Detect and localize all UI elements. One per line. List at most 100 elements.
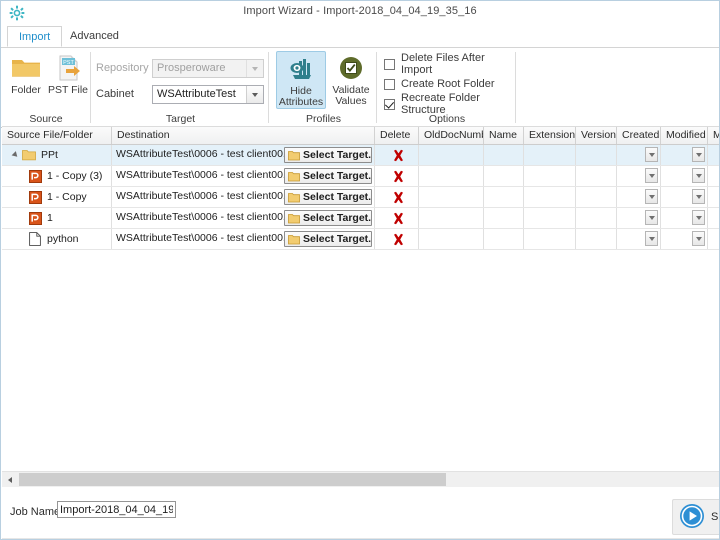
option-recreate-folder-structure[interactable]: Recreate Folder Structure xyxy=(384,96,516,112)
source-folder-button[interactable]: Folder xyxy=(3,51,49,96)
horizontal-scrollbar[interactable] xyxy=(2,471,720,487)
cell-olddocnumber[interactable] xyxy=(419,187,484,207)
destination-text: WSAttributeTest\0006 - test client00... xyxy=(116,190,292,202)
job-name-input[interactable] xyxy=(57,501,176,518)
cell-extension[interactable] xyxy=(524,187,576,207)
cell-name[interactable] xyxy=(484,145,524,165)
cell-modified[interactable] xyxy=(661,145,708,165)
start-import-button[interactable]: S xyxy=(672,499,720,535)
table-row[interactable]: python WSAttributeTest\0006 - test clien… xyxy=(2,229,720,250)
option-create-root-folder[interactable]: Create Root Folder xyxy=(384,76,495,92)
select-target-button[interactable]: Select Target... xyxy=(284,189,372,205)
cell-extension[interactable] xyxy=(524,145,576,165)
cell-delete[interactable] xyxy=(375,145,419,165)
cell-modified[interactable] xyxy=(661,229,708,249)
cell-delete[interactable] xyxy=(375,187,419,207)
column-header-created[interactable]: Created xyxy=(617,127,661,144)
created-dropdown-button[interactable] xyxy=(645,231,658,246)
delete-row-button[interactable] xyxy=(392,211,406,225)
created-dropdown-button[interactable] xyxy=(645,168,658,183)
scroll-left-button[interactable] xyxy=(2,472,18,487)
source-name: python xyxy=(47,230,79,249)
chevron-down-icon[interactable] xyxy=(246,86,263,103)
cell-delete[interactable] xyxy=(375,166,419,186)
cell-version[interactable] xyxy=(576,229,617,249)
cell-delete[interactable] xyxy=(375,208,419,228)
column-header-modified[interactable]: Modified xyxy=(661,127,708,144)
cell-version[interactable] xyxy=(576,208,617,228)
cabinet-select[interactable]: WSAttributeTest xyxy=(152,85,264,104)
cell-name[interactable] xyxy=(484,166,524,186)
select-target-button[interactable]: Select Target... xyxy=(284,168,372,184)
select-target-button[interactable]: Select Target... xyxy=(284,231,372,247)
cell-version[interactable] xyxy=(576,145,617,165)
column-header-source[interactable]: Source File/Folder xyxy=(2,127,112,144)
expander-icon[interactable] xyxy=(10,150,21,161)
cell-message[interactable] xyxy=(708,208,720,228)
cell-olddocnumber[interactable] xyxy=(419,208,484,228)
select-target-button[interactable]: Select Target... xyxy=(284,210,372,226)
cell-message[interactable] xyxy=(708,187,720,207)
cell-created[interactable] xyxy=(617,145,661,165)
checkbox-recreate-folder-structure[interactable] xyxy=(384,99,395,110)
scrollbar-thumb[interactable] xyxy=(19,473,446,486)
column-header-delete[interactable]: Delete xyxy=(375,127,419,144)
modified-dropdown-button[interactable] xyxy=(692,147,705,162)
column-header-olddocnumber[interactable]: OldDocNumber xyxy=(419,127,484,144)
folder-icon xyxy=(288,234,300,245)
source-pst-file-button[interactable]: PST PST File xyxy=(45,51,91,96)
cell-name[interactable] xyxy=(484,187,524,207)
modified-dropdown-button[interactable] xyxy=(692,231,705,246)
modified-dropdown-button[interactable] xyxy=(692,210,705,225)
option-delete-files-after-import[interactable]: Delete Files After Import xyxy=(384,56,516,72)
cell-extension[interactable] xyxy=(524,166,576,186)
delete-row-button[interactable] xyxy=(392,169,406,183)
cell-created[interactable] xyxy=(617,229,661,249)
checkbox-create-root-folder[interactable] xyxy=(384,79,395,90)
created-dropdown-button[interactable] xyxy=(645,147,658,162)
cabinet-field-row: Cabinet WSAttributeTest xyxy=(96,85,264,104)
table-row[interactable]: 1 - Copy (3) WSAttributeTest\0006 - test… xyxy=(2,166,720,187)
modified-dropdown-button[interactable] xyxy=(692,168,705,183)
tab-advanced[interactable]: Advanced xyxy=(59,26,130,47)
column-header-name[interactable]: Name xyxy=(484,127,524,144)
created-dropdown-button[interactable] xyxy=(645,189,658,204)
repository-value: Prosperoware xyxy=(157,62,225,74)
cell-name[interactable] xyxy=(484,208,524,228)
delete-row-button[interactable] xyxy=(392,148,406,162)
tab-import[interactable]: Import xyxy=(7,26,62,47)
validate-values-button[interactable]: Validate Values xyxy=(328,51,374,107)
cell-modified[interactable] xyxy=(661,166,708,186)
cell-message[interactable] xyxy=(708,145,720,165)
table-row[interactable]: 1 WSAttributeTest\0006 - test client00..… xyxy=(2,208,720,229)
cell-modified[interactable] xyxy=(661,208,708,228)
column-header-extension[interactable]: Extension xyxy=(524,127,576,144)
delete-row-button[interactable] xyxy=(392,232,406,246)
cell-olddocnumber[interactable] xyxy=(419,166,484,186)
cell-message[interactable] xyxy=(708,166,720,186)
cell-created[interactable] xyxy=(617,187,661,207)
column-header-message[interactable]: Mess xyxy=(708,127,720,144)
column-header-destination[interactable]: Destination xyxy=(112,127,375,144)
cell-name[interactable] xyxy=(484,229,524,249)
table-row[interactable]: PPt WSAttributeTest\0006 - test client00… xyxy=(2,145,720,166)
cell-olddocnumber[interactable] xyxy=(419,229,484,249)
column-header-version[interactable]: Version xyxy=(576,127,617,144)
cell-created[interactable] xyxy=(617,208,661,228)
cell-created[interactable] xyxy=(617,166,661,186)
cell-extension[interactable] xyxy=(524,208,576,228)
cell-version[interactable] xyxy=(576,166,617,186)
cell-delete[interactable] xyxy=(375,229,419,249)
hide-attributes-button[interactable]: Hide Attributes xyxy=(276,51,326,109)
cell-olddocnumber[interactable] xyxy=(419,145,484,165)
cell-extension[interactable] xyxy=(524,229,576,249)
created-dropdown-button[interactable] xyxy=(645,210,658,225)
checkbox-delete-files-after-import[interactable] xyxy=(384,59,395,70)
delete-row-button[interactable] xyxy=(392,190,406,204)
cell-message[interactable] xyxy=(708,229,720,249)
modified-dropdown-button[interactable] xyxy=(692,189,705,204)
cell-modified[interactable] xyxy=(661,187,708,207)
table-row[interactable]: 1 - Copy WSAttributeTest\0006 - test cli… xyxy=(2,187,720,208)
cell-version[interactable] xyxy=(576,187,617,207)
select-target-button[interactable]: Select Target... xyxy=(284,147,372,163)
